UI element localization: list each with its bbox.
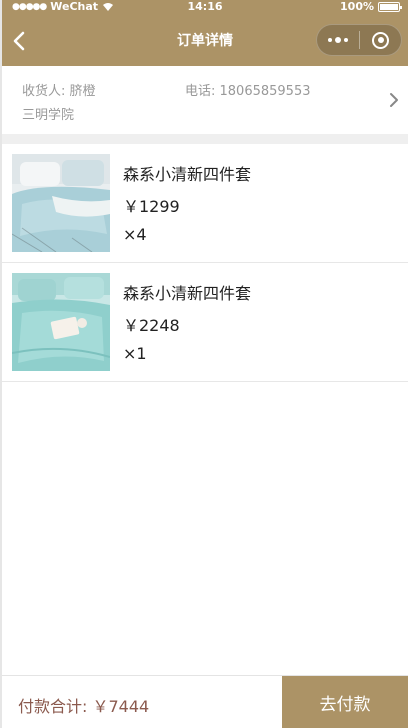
capsule-home-icon: [372, 31, 389, 49]
top-bar: ●●●●● WeChat 14:16 100% 订单详情: [2, 0, 408, 66]
product-price: ￥2248: [123, 316, 180, 335]
product-name: 森系小清新四件套: [123, 284, 252, 303]
status-right: 100%: [340, 0, 402, 13]
order-item[interactable]: 森系小清新四件套 ￥1299 ×4: [2, 144, 408, 263]
receiver-name: 收货人: 脐橙: [22, 84, 96, 99]
product-image: [12, 273, 110, 371]
receiver-address: 三明学院: [22, 108, 75, 123]
more-dots-icon: [328, 37, 348, 43]
checkout-bar: 付款合计: ￥7444 去付款: [2, 675, 408, 728]
product-quantity: ×1: [123, 344, 147, 363]
product-price: ￥1299: [123, 197, 180, 216]
battery-icon: [378, 1, 402, 12]
order-item[interactable]: 森系小清新四件套 ￥2248 ×1: [2, 263, 408, 382]
product-quantity: ×4: [123, 225, 147, 244]
product-name: 森系小清新四件套: [123, 165, 252, 184]
product-image: [12, 154, 110, 252]
battery-percent: 100%: [340, 0, 374, 13]
pay-button[interactable]: 去付款: [282, 676, 408, 728]
capsule-home-button[interactable]: [360, 25, 401, 55]
receiver-phone: 电话: 18065859553: [185, 84, 311, 99]
address-section[interactable]: 收货人: 脐橙 电话: 18065859553 三明学院: [2, 66, 408, 134]
mini-program-capsule: [316, 24, 402, 56]
more-button[interactable]: [317, 25, 359, 55]
chevron-right-icon: [390, 93, 398, 107]
status-bar: ●●●●● WeChat 14:16 100%: [2, 0, 408, 14]
payment-total: 付款合计: ￥7444: [18, 697, 150, 716]
order-item-list: 森系小清新四件套 ￥1299 ×4 森系小清新四件套 ￥2248 ×1: [2, 144, 408, 382]
section-divider: [2, 134, 408, 144]
